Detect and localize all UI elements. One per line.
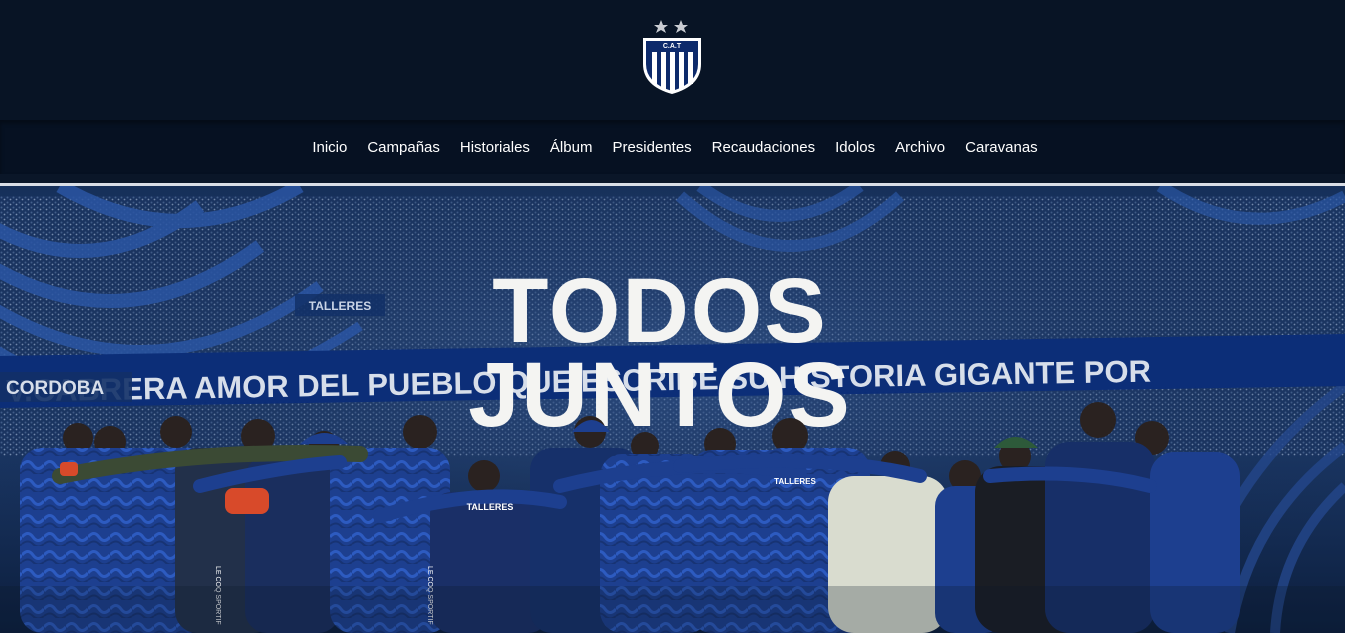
nav-item-caravanas[interactable]: Caravanas [965, 139, 1038, 156]
main-navigation: Inicio Campañas Historiales Álbum Presid… [0, 120, 1345, 174]
nav-item-album[interactable]: Álbum [550, 139, 593, 156]
nav-item-idolos[interactable]: Idolos [835, 139, 875, 156]
club-crest-logo[interactable]: C.A.T [638, 16, 706, 96]
shirt-text-side: TALLERES [774, 477, 816, 486]
nav-item-presidentes[interactable]: Presidentes [612, 139, 691, 156]
site-header: C.A.T [0, 0, 1345, 120]
nav-item-archivo[interactable]: Archivo [895, 139, 945, 156]
nav-item-campanas[interactable]: Campañas [367, 139, 440, 156]
hero-image: TALLERES V.CABRERA AMOR DEL PUEBLO QUE E… [0, 186, 1345, 633]
talleres-sign: TALLERES [309, 299, 371, 313]
nav-item-inicio[interactable]: Inicio [312, 139, 347, 156]
shirt-text-back: TALLERES [467, 502, 514, 512]
nav-item-recaudaciones[interactable]: Recaudaciones [712, 139, 815, 156]
hero-banner[interactable]: TALLERES V.CABRERA AMOR DEL PUEBLO QUE E… [0, 186, 1345, 633]
crest-text: C.A.T [663, 43, 682, 50]
club-crest-icon: C.A.T [643, 20, 701, 94]
nav-item-historiales[interactable]: Historiales [460, 139, 530, 156]
nav-spacer [0, 174, 1345, 183]
cordoba-sign: CORDOBA [6, 378, 104, 399]
nav-list: Inicio Campañas Historiales Álbum Presid… [0, 120, 1345, 174]
